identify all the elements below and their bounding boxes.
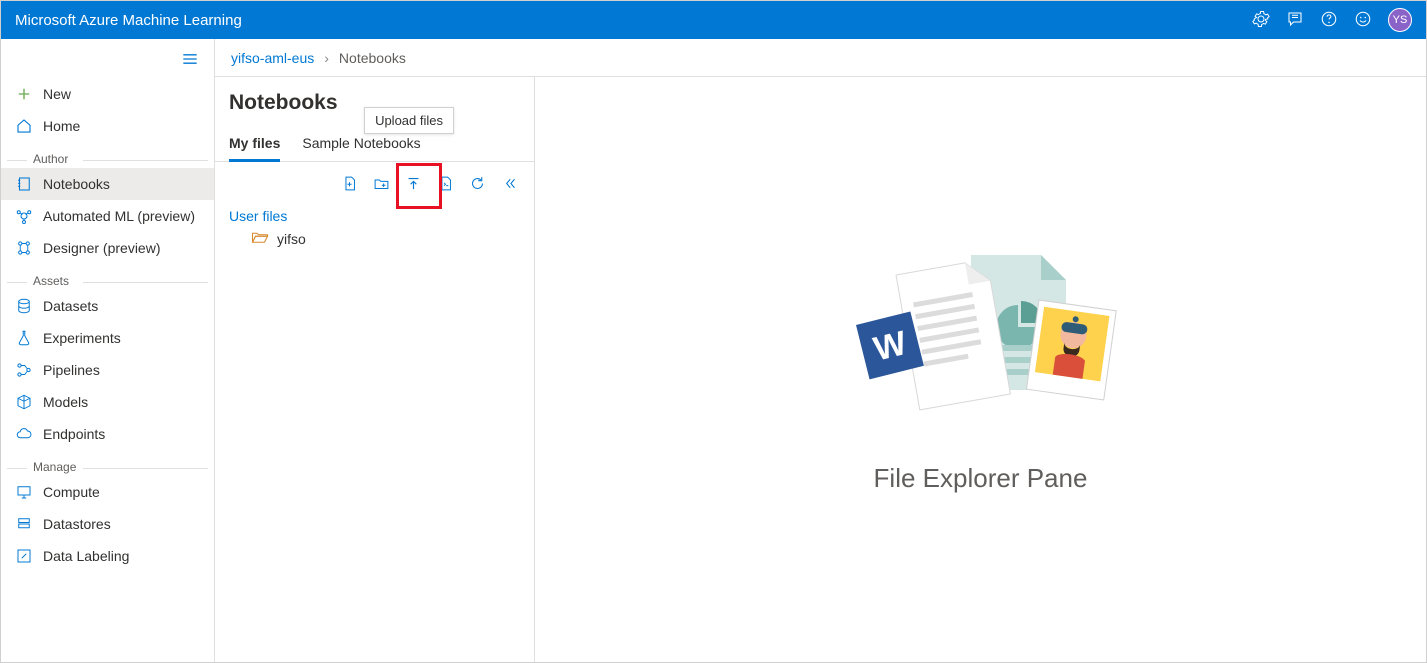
user-avatar[interactable]: YS [1388, 8, 1412, 32]
nav-compute-label: Compute [43, 484, 100, 500]
feedback-icon[interactable] [1286, 10, 1304, 31]
nav-designer[interactable]: Designer (preview) [1, 232, 214, 264]
nav-endpoints[interactable]: Endpoints [1, 418, 214, 450]
automl-icon [15, 207, 33, 225]
section-author: Author [1, 142, 214, 168]
nav-designer-label: Designer (preview) [43, 240, 160, 256]
nav-experiments[interactable]: Experiments [1, 322, 214, 354]
nav-compute[interactable]: Compute [1, 476, 214, 508]
nav-datalabeling[interactable]: Data Labeling [1, 540, 214, 572]
upload-button[interactable] [402, 172, 424, 194]
collapse-sidebar-icon[interactable] [180, 49, 200, 72]
nav-automl-label: Automated ML (preview) [43, 208, 195, 224]
cloud-icon [15, 425, 33, 443]
new-file-button[interactable] [338, 172, 360, 194]
nav-datastores-label: Datastores [43, 516, 111, 532]
nav-new[interactable]: New [1, 78, 214, 110]
nav-pipelines[interactable]: Pipelines [1, 354, 214, 386]
content-empty-state: W File Explorer Pane [535, 77, 1426, 662]
nav-models-label: Models [43, 394, 88, 410]
edit-square-icon [15, 547, 33, 565]
app-title: Microsoft Azure Machine Learning [15, 12, 242, 29]
pipeline-icon [15, 361, 33, 379]
app-header: Microsoft Azure Machine Learning YS [1, 1, 1426, 39]
plus-icon [15, 85, 33, 103]
file-toolbar [215, 162, 534, 200]
upload-tooltip: Upload files [364, 107, 454, 134]
sidebar-nav: New Home Author Notebooks Automated ML (… [1, 39, 215, 662]
smile-icon[interactable] [1354, 10, 1372, 31]
tab-my-files[interactable]: My files [229, 127, 280, 162]
section-manage: Manage [1, 450, 214, 476]
database-icon [15, 297, 33, 315]
tree-root-user-files[interactable]: User files [229, 208, 520, 224]
nav-datalabeling-label: Data Labeling [43, 548, 129, 564]
home-icon [15, 117, 33, 135]
nav-home[interactable]: Home [1, 110, 214, 142]
chevron-right-icon: › [324, 50, 329, 66]
help-icon[interactable] [1320, 10, 1338, 31]
file-explorer-pane: Notebooks My files Sample Notebooks Uplo… [215, 77, 535, 662]
tree-folder-yifso[interactable]: yifso [229, 224, 520, 247]
nav-automl[interactable]: Automated ML (preview) [1, 200, 214, 232]
nav-new-label: New [43, 86, 71, 102]
breadcrumb-current: Notebooks [339, 50, 406, 66]
empty-state-title: File Explorer Pane [874, 463, 1088, 494]
folder-open-icon [251, 230, 269, 247]
cube-icon [15, 393, 33, 411]
header-icons: YS [1252, 8, 1412, 32]
settings-icon[interactable] [1252, 10, 1270, 31]
tree-folder-label: yifso [277, 231, 306, 247]
breadcrumb: yifso-aml-eus › Notebooks [215, 39, 1426, 77]
collapse-pane-button[interactable] [498, 172, 520, 194]
nav-models[interactable]: Models [1, 386, 214, 418]
designer-icon [15, 239, 33, 257]
refresh-button[interactable] [466, 172, 488, 194]
storage-icon [15, 515, 33, 533]
nav-datastores[interactable]: Datastores [1, 508, 214, 540]
nav-home-label: Home [43, 118, 80, 134]
nav-notebooks[interactable]: Notebooks [1, 168, 214, 200]
file-explorer-illustration: W [841, 245, 1121, 435]
nav-endpoints-label: Endpoints [43, 426, 105, 442]
nav-datasets-label: Datasets [43, 298, 98, 314]
flask-icon [15, 329, 33, 347]
breadcrumb-workspace[interactable]: yifso-aml-eus [231, 50, 314, 66]
terminal-button[interactable] [434, 172, 456, 194]
section-assets: Assets [1, 264, 214, 290]
file-tree: User files yifso [215, 200, 534, 255]
monitor-icon [15, 483, 33, 501]
nav-pipelines-label: Pipelines [43, 362, 100, 378]
notebook-icon [15, 175, 33, 193]
tabs: My files Sample Notebooks Upload files [215, 127, 534, 162]
nav-datasets[interactable]: Datasets [1, 290, 214, 322]
nav-experiments-label: Experiments [43, 330, 121, 346]
new-folder-button[interactable] [370, 172, 392, 194]
nav-notebooks-label: Notebooks [43, 176, 110, 192]
